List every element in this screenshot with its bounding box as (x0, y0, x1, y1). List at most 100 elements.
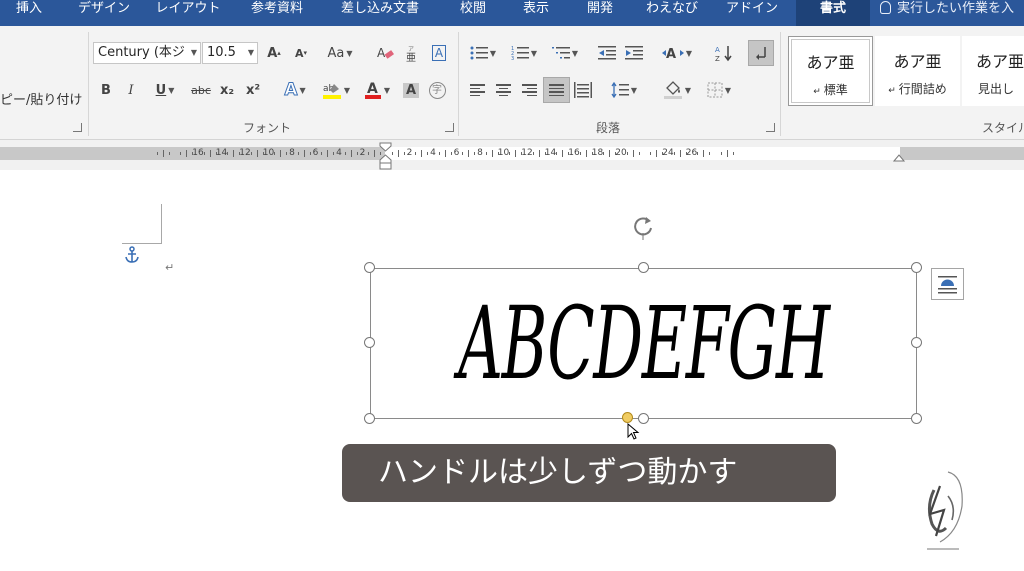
ruler-tick (286, 152, 288, 155)
grow-font-button[interactable]: A ▴ (263, 42, 285, 64)
superscript-button[interactable]: x² (242, 79, 264, 101)
paste-format-button[interactable]: ピー/貼り付け (0, 92, 82, 110)
tab-addins[interactable]: アドイン (718, 0, 786, 26)
ruler-number-right-5: 12 (521, 148, 533, 158)
tab-waenavi[interactable]: わえなび (636, 0, 708, 26)
style-normal[interactable]: あア亜 ↵ 標準 (788, 36, 873, 106)
sort-button[interactable]: AZ (713, 42, 735, 64)
ruler-tick (444, 150, 446, 157)
bold-button[interactable]: B (95, 79, 117, 101)
ruler-number-right-6: 14 (544, 148, 557, 158)
align-center-button[interactable] (492, 79, 514, 101)
anchor-icon[interactable] (124, 246, 140, 264)
ruler-tick (468, 150, 470, 157)
rotate-handle-icon[interactable] (631, 214, 655, 240)
character-border-button[interactable]: A (428, 42, 450, 64)
character-shading-button[interactable]: A (400, 79, 422, 101)
sort-icon: AZ (715, 46, 732, 62)
horizontal-ruler[interactable]: 16 14 12 10 8 6 4 2 2 4 6 8 10 12 14 16 18 20 24 26 (0, 140, 1024, 170)
font-family-select[interactable]: Century (本ジ ▼ (93, 42, 201, 64)
italic-button[interactable]: I (120, 79, 142, 101)
shading-button[interactable]: ▼ (659, 79, 695, 101)
ruler-tick (515, 150, 517, 157)
distributed-button[interactable] (572, 79, 594, 101)
tab-design[interactable]: デザイン (70, 0, 138, 26)
show-hide-marks-button[interactable] (748, 40, 774, 66)
svg-text:A: A (715, 46, 720, 54)
text-direction-button[interactable]: A ▼ (659, 42, 695, 64)
ruler-number-left-5: 6 (312, 148, 319, 158)
ruler-tick (591, 152, 593, 155)
bullets-button[interactable]: ▼ (466, 42, 500, 64)
tab-insert[interactable]: 挿入 (0, 0, 58, 26)
strikethrough-button[interactable]: abc (188, 79, 214, 101)
resize-handle-top[interactable] (638, 262, 649, 273)
justify-button[interactable] (543, 77, 570, 103)
ruler-tick (703, 150, 705, 157)
resize-handle-top-left[interactable] (364, 262, 375, 273)
ruler-tick (579, 152, 581, 155)
resize-handle-top-right[interactable] (911, 262, 922, 273)
tab-format[interactable]: 書式 (796, 0, 870, 26)
style-heading[interactable]: あア亜 見出し (962, 36, 1024, 106)
increase-indent-button[interactable] (623, 42, 645, 64)
enclose-characters-button[interactable]: 字 (426, 79, 448, 101)
ruler-tick (368, 152, 370, 155)
shrink-font-button[interactable]: A ▾ (290, 42, 312, 64)
svg-text:ア: ア (408, 46, 414, 53)
tab-layout[interactable]: レイアウト (152, 0, 224, 26)
tab-developer[interactable]: 開発 (572, 0, 628, 26)
tell-me-search[interactable]: 実行したい作業を入 (880, 0, 1014, 26)
multilevel-list-button[interactable]: ▼ (548, 42, 582, 64)
document-page[interactable]: ↵ ABCDEFGH ハンドルは少しずつ動かす (0, 170, 1024, 571)
first-line-indent-marker[interactable] (379, 142, 392, 170)
ruler-tick (256, 150, 258, 157)
resize-handle-right[interactable] (911, 337, 922, 348)
tab-review[interactable]: 校閲 (444, 0, 502, 26)
underline-button[interactable]: U ▼ (147, 79, 183, 101)
ruler-tick (626, 152, 628, 155)
paragraph-mark: ↵ (165, 261, 175, 274)
change-case-button[interactable]: Aa ▼ (323, 42, 357, 64)
text-effects-button[interactable]: A ▼ (278, 79, 312, 101)
font-size-select[interactable]: 10.5 ▼ (202, 42, 258, 64)
font-size-value: 10.5 (207, 45, 236, 60)
highlight-button[interactable]: ab ▼ (319, 79, 353, 101)
font-color-button[interactable]: A ▼ (360, 79, 394, 101)
right-indent-marker[interactable] (893, 152, 905, 162)
resize-handle-bottom-right[interactable] (911, 413, 922, 424)
ruler-tick (650, 152, 652, 155)
align-right-button[interactable] (518, 79, 540, 101)
paragraph-launcher-icon[interactable] (766, 123, 775, 132)
layout-options-button[interactable] (931, 268, 964, 300)
decrease-indent-button[interactable] (596, 42, 618, 64)
clear-formatting-button[interactable]: A (374, 42, 396, 64)
ruler-tick (215, 152, 217, 155)
ruler-tick (462, 152, 464, 155)
tab-mailings[interactable]: 差し込み文書 (328, 0, 432, 26)
line-spacing-button[interactable]: ▼ (607, 79, 641, 101)
resize-handle-bottom-left[interactable] (364, 413, 375, 424)
ruler-tick (732, 152, 734, 155)
numbering-button[interactable]: 1 2 3 ▼ (507, 42, 541, 64)
ruler-tick (474, 152, 476, 155)
wordart-text[interactable]: ABCDEFGH (458, 269, 830, 418)
style-no-spacing[interactable]: あア亜 ↵ 行間詰め (875, 36, 960, 106)
ruler-tick (297, 152, 299, 155)
resize-handle-left[interactable] (364, 337, 375, 348)
phonetic-guide-button[interactable]: ア亜 (401, 42, 423, 64)
numbering-icon: 123 (511, 46, 529, 61)
align-left-button[interactable] (466, 79, 488, 101)
ruler-tick (156, 152, 158, 155)
enclosed-character-icon: 字 (428, 81, 446, 99)
borders-button[interactable]: ▼ (701, 79, 737, 101)
subscript-button[interactable]: x₂ (216, 79, 238, 101)
tab-view[interactable]: 表示 (508, 0, 564, 26)
wordart-shape[interactable]: ABCDEFGH (370, 268, 917, 419)
clipboard-launcher-icon[interactable] (73, 123, 82, 132)
borders-icon (707, 82, 723, 98)
tab-references[interactable]: 参考資料 (240, 0, 314, 26)
ruler-tick (726, 150, 728, 157)
adjustment-handle[interactable] (622, 412, 633, 423)
font-launcher-icon[interactable] (445, 123, 454, 132)
